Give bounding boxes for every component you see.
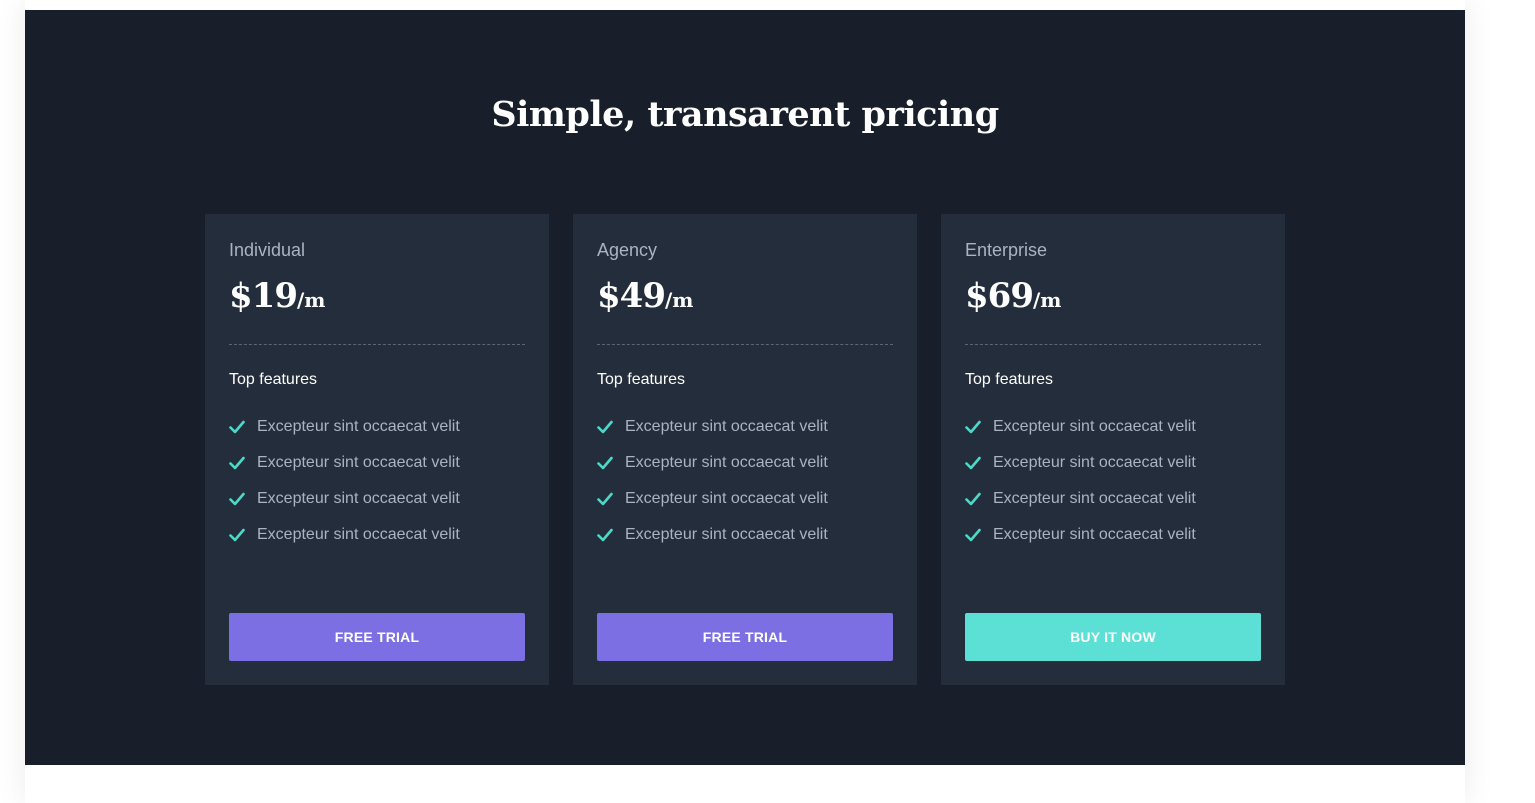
plan-price: $49/m [597,276,693,316]
plan-name: Enterprise [965,240,1048,260]
plan-price: $19/m [229,276,325,316]
feature-text: Excepteur sint occaecat velit [625,418,828,435]
feature-text: Excepteur sint occaecat velit [993,526,1196,543]
price-amount: $69 [965,276,1034,316]
feature-item: Excepteur sint occaecat velit [965,418,1196,454]
feature-item: Excepteur sint occaecat velit [229,454,460,490]
price-period: /m [296,288,326,312]
divider [229,344,525,345]
feature-item: Excepteur sint occaecat velit [965,454,1196,490]
feature-list: Excepteur sint occaecat velit Excepteur … [597,418,828,562]
feature-text: Excepteur sint occaecat velit [257,490,460,507]
feature-item: Excepteur sint occaecat velit [597,526,828,562]
check-icon [229,456,245,470]
check-icon [229,420,245,434]
check-icon [965,492,981,506]
free-trial-button[interactable]: FREE TRIAL [229,613,525,661]
check-icon [597,420,613,434]
feature-text: Excepteur sint occaecat velit [625,526,828,543]
free-trial-button[interactable]: FREE TRIAL [597,613,893,661]
pricing-card-enterprise: Enterprise $69/m Top features Excepteur … [941,214,1285,685]
divider [597,344,893,345]
feature-text: Excepteur sint occaecat velit [993,418,1196,435]
feature-text: Excepteur sint occaecat velit [993,454,1196,471]
feature-text: Excepteur sint occaecat velit [625,454,828,471]
pricing-card-agency: Agency $49/m Top features Excepteur sint… [573,214,917,685]
buy-it-now-button[interactable]: BUY IT NOW [965,613,1261,661]
check-icon [597,492,613,506]
feature-list: Excepteur sint occaecat velit Excepteur … [229,418,460,562]
check-icon [597,528,613,542]
divider [965,344,1261,345]
price-amount: $49 [597,276,666,316]
pricing-cards: Individual $19/m Top features Excepteur … [205,214,1285,685]
check-icon [229,528,245,542]
check-icon [597,456,613,470]
plan-price: $69/m [965,276,1061,316]
feature-item: Excepteur sint occaecat velit [965,490,1196,526]
feature-text: Excepteur sint occaecat velit [257,418,460,435]
feature-item: Excepteur sint occaecat velit [965,526,1196,562]
pricing-card-individual: Individual $19/m Top features Excepteur … [205,214,549,685]
feature-item: Excepteur sint occaecat velit [597,490,828,526]
features-heading: Top features [965,371,1054,388]
price-period: /m [664,288,694,312]
check-icon [229,492,245,506]
feature-item: Excepteur sint occaecat velit [229,526,460,562]
price-period: /m [1032,288,1062,312]
feature-item: Excepteur sint occaecat velit [597,418,828,454]
feature-text: Excepteur sint occaecat velit [257,526,460,543]
feature-text: Excepteur sint occaecat velit [625,490,828,507]
plan-name: Agency [597,240,658,260]
feature-item: Excepteur sint occaecat velit [229,418,460,454]
feature-list: Excepteur sint occaecat velit Excepteur … [965,418,1196,562]
section-title: Simple, transarent pricing [491,94,999,135]
features-heading: Top features [229,371,318,388]
feature-text: Excepteur sint occaecat velit [993,490,1196,507]
price-amount: $19 [229,276,298,316]
check-icon [965,420,981,434]
feature-text: Excepteur sint occaecat velit [257,454,460,471]
pricing-section: Simple, transarent pricing Individual $1… [25,10,1465,765]
check-icon [965,528,981,542]
feature-item: Excepteur sint occaecat velit [597,454,828,490]
feature-item: Excepteur sint occaecat velit [229,490,460,526]
features-heading: Top features [597,371,686,388]
check-icon [965,456,981,470]
plan-name: Individual [229,240,306,260]
